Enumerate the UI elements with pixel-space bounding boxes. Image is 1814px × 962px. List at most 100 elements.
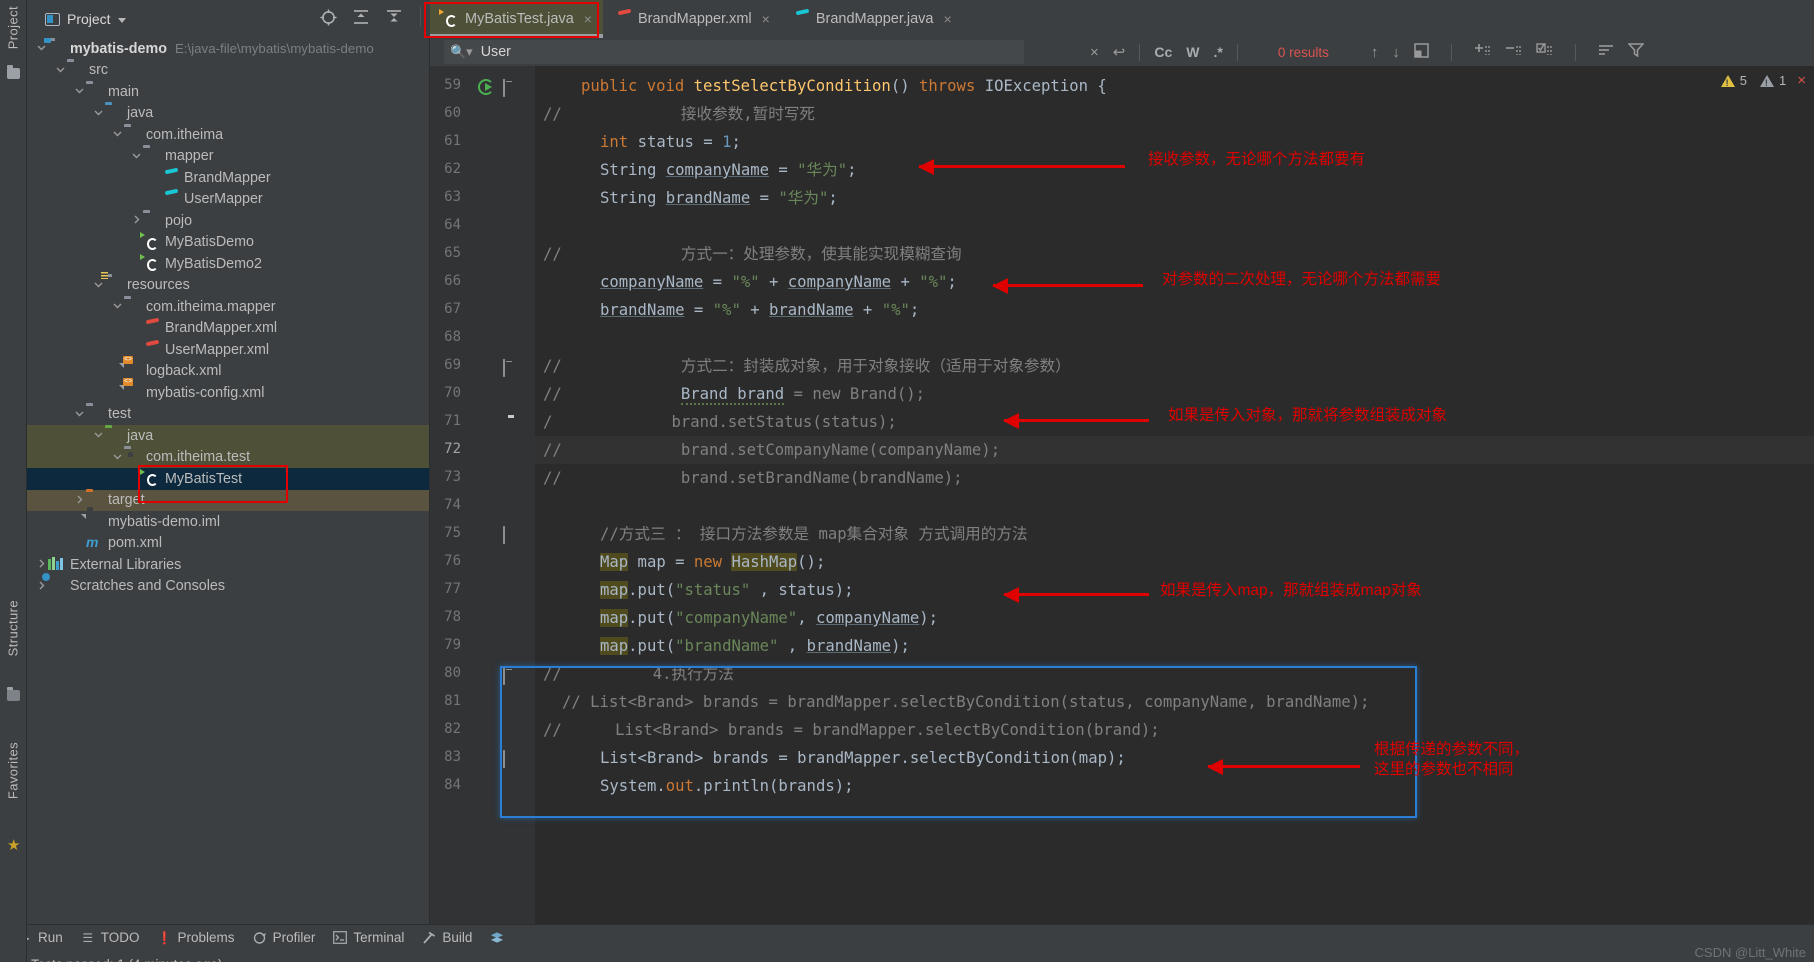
check-line-icon[interactable] xyxy=(1536,42,1553,62)
tool-window-project[interactable]: Project xyxy=(6,6,21,49)
tree-item-mapper[interactable]: mapper xyxy=(27,146,429,168)
tree-item-mybatis-demo-iml[interactable]: mybatis-demo.iml xyxy=(27,511,429,533)
clear-search-icon[interactable]: × xyxy=(1090,44,1099,61)
chevron-down-icon[interactable] xyxy=(111,129,124,140)
tree-item-logback-xml[interactable]: logback.xml xyxy=(27,361,429,383)
layers-icon[interactable] xyxy=(490,931,504,945)
project-tree[interactable]: mybatis-demo E:\java-file\mybatis\mybatis… xyxy=(27,38,430,924)
tree-item-mybatis-config-xml[interactable]: mybatis-config.xml xyxy=(27,382,429,404)
match-case-toggle[interactable]: Cc xyxy=(1154,44,1172,60)
scratches-icon xyxy=(48,578,64,594)
search-input[interactable]: 🔍▾ User xyxy=(444,40,1024,64)
chevron-down-icon[interactable] xyxy=(92,280,105,291)
bottom-item-terminal[interactable]: Terminal xyxy=(333,930,404,945)
chevron-down-icon[interactable] xyxy=(73,409,86,420)
tab-brandmapper-java[interactable]: BrandMapper.java × xyxy=(781,0,963,38)
tree-item-com-itheima-test[interactable]: com.itheima.test xyxy=(27,446,429,468)
inspection-status[interactable]: 5 1 × xyxy=(1720,72,1806,89)
fold-region-end-icon[interactable] xyxy=(503,750,505,769)
comment-prefix: // xyxy=(543,385,562,403)
bottom-item-todo[interactable]: ☰ TODO xyxy=(81,930,139,945)
structure-icon[interactable] xyxy=(7,687,20,702)
fold-region-end-icon[interactable] xyxy=(503,526,505,545)
close-icon[interactable]: × xyxy=(944,11,952,27)
tab-label: MyBatisTest.java xyxy=(465,11,574,27)
bottom-item-problems[interactable]: ❗ Problems xyxy=(157,930,235,945)
tree-item-scratches-and-consoles[interactable]: Scratches and Consoles xyxy=(27,576,429,598)
tree-item-mybatisdemo2[interactable]: MyBatisDemo2 xyxy=(27,253,429,275)
weak-warning-count: 1 xyxy=(1779,73,1787,88)
annotation-text: 接收参数，无论哪个方法都要有 xyxy=(1148,151,1366,168)
tree-item-pojo[interactable]: pojo xyxy=(27,210,429,232)
chevron-down-icon[interactable] xyxy=(35,43,48,54)
code-area[interactable]: public void testSelectByCondition() thro… xyxy=(535,66,1814,924)
chevron-down-icon[interactable] xyxy=(130,151,143,162)
tree-item-src[interactable]: src xyxy=(27,60,429,82)
find-previous-icon[interactable]: ↑ xyxy=(1371,44,1379,61)
tree-item-usermapper[interactable]: UserMapper xyxy=(27,189,429,211)
code-editor[interactable]: 59 60 61 62 63 64 65 66 67 68 69 70 71 72 73 74 75 76 77 78… xyxy=(430,66,1814,924)
tree-item-test[interactable]: test xyxy=(27,404,429,426)
filter-list-icon[interactable] xyxy=(1598,43,1614,61)
iml-file-icon xyxy=(86,514,102,530)
code-token: = new Brand(); xyxy=(784,385,925,403)
tree-item-mybatisdemo[interactable]: MyBatisDemo xyxy=(27,232,429,254)
tree-item-external-libraries[interactable]: External Libraries xyxy=(27,554,429,576)
tree-item-com-itheima-mapper[interactable]: com.itheima.mapper xyxy=(27,296,429,318)
chevron-down-icon[interactable] xyxy=(54,65,67,76)
chevron-down-icon[interactable] xyxy=(73,86,86,97)
add-line-icon[interactable] xyxy=(1474,43,1491,62)
tree-item-brandmapper-xml[interactable]: BrandMapper.xml xyxy=(27,318,429,340)
whole-words-toggle[interactable]: W xyxy=(1186,44,1199,60)
chevron-right-icon[interactable] xyxy=(35,559,48,570)
project-dropdown-button[interactable]: Project xyxy=(39,7,132,31)
select-all-occurrences-icon[interactable] xyxy=(1414,42,1429,62)
code-token: .put( xyxy=(628,609,676,627)
tool-window-structure[interactable]: Structure xyxy=(6,600,21,656)
star-icon[interactable]: ★ xyxy=(7,838,20,853)
tree-item-mybatis-demo[interactable]: mybatis-demo E:\java-file\mybatis\mybatis… xyxy=(27,38,429,60)
tree-item-pom-xml[interactable]: m pom.xml xyxy=(27,533,429,555)
close-icon[interactable]: × xyxy=(762,11,770,27)
fold-region-icon[interactable] xyxy=(503,667,505,685)
fold-region-icon[interactable] xyxy=(503,359,505,377)
close-inspection-icon[interactable]: × xyxy=(1797,72,1806,89)
editor-gutter[interactable]: 59 60 61 62 63 64 65 66 67 68 69 70 71 72 73 74 75 76 77 78… xyxy=(430,66,535,924)
chevron-down-icon[interactable] xyxy=(92,108,105,119)
fold-region-icon[interactable] xyxy=(503,79,505,97)
tree-item-label: External Libraries xyxy=(70,556,182,573)
tree-item-resources[interactable]: resources xyxy=(27,275,429,297)
chevron-down-icon[interactable] xyxy=(111,301,124,312)
chevron-down-icon[interactable] xyxy=(92,430,105,441)
tree-item-java[interactable]: java xyxy=(27,425,429,447)
project-files-icon[interactable] xyxy=(7,65,20,80)
code-token: "%" xyxy=(919,273,948,291)
tab-mybatistest-java[interactable]: MyBatisTest.java × xyxy=(430,0,603,38)
close-icon[interactable]: × xyxy=(584,11,592,27)
tree-item-brandmapper[interactable]: BrandMapper xyxy=(27,167,429,189)
collapse-all-icon[interactable] xyxy=(383,6,405,28)
tree-item-com-itheima[interactable]: com.itheima xyxy=(27,124,429,146)
tree-item-usermapper-xml[interactable]: UserMapper.xml xyxy=(27,339,429,361)
tree-item-label: MyBatisTest xyxy=(165,470,243,487)
tree-item-label: com.itheima xyxy=(146,126,224,143)
regex-toggle[interactable]: .* xyxy=(1213,44,1222,60)
remove-line-icon[interactable] xyxy=(1505,43,1522,62)
tree-item-mybatistest[interactable]: MyBatisTest xyxy=(27,468,429,490)
tree-item-java[interactable]: java xyxy=(27,103,429,125)
bottom-item-build[interactable]: Build xyxy=(422,930,472,945)
bottom-item-profiler[interactable]: Profiler xyxy=(253,930,315,945)
expand-all-icon[interactable] xyxy=(350,6,372,28)
search-history-icon[interactable]: ↩ xyxy=(1113,43,1126,61)
filter-icon[interactable] xyxy=(1627,43,1645,61)
chevron-right-icon[interactable] xyxy=(130,215,143,226)
chevron-right-icon[interactable] xyxy=(73,495,86,506)
chevron-right-icon[interactable] xyxy=(35,581,48,592)
locate-target-icon[interactable] xyxy=(317,6,339,28)
comment-prefix: / xyxy=(543,413,553,431)
chevron-down-icon[interactable] xyxy=(111,452,124,463)
find-next-icon[interactable]: ↓ xyxy=(1392,44,1400,61)
tab-brandmapper-xml[interactable]: BrandMapper.xml × xyxy=(603,0,781,38)
tool-window-favorites[interactable]: Favorites xyxy=(6,742,21,799)
tree-item-main[interactable]: main xyxy=(27,81,429,103)
